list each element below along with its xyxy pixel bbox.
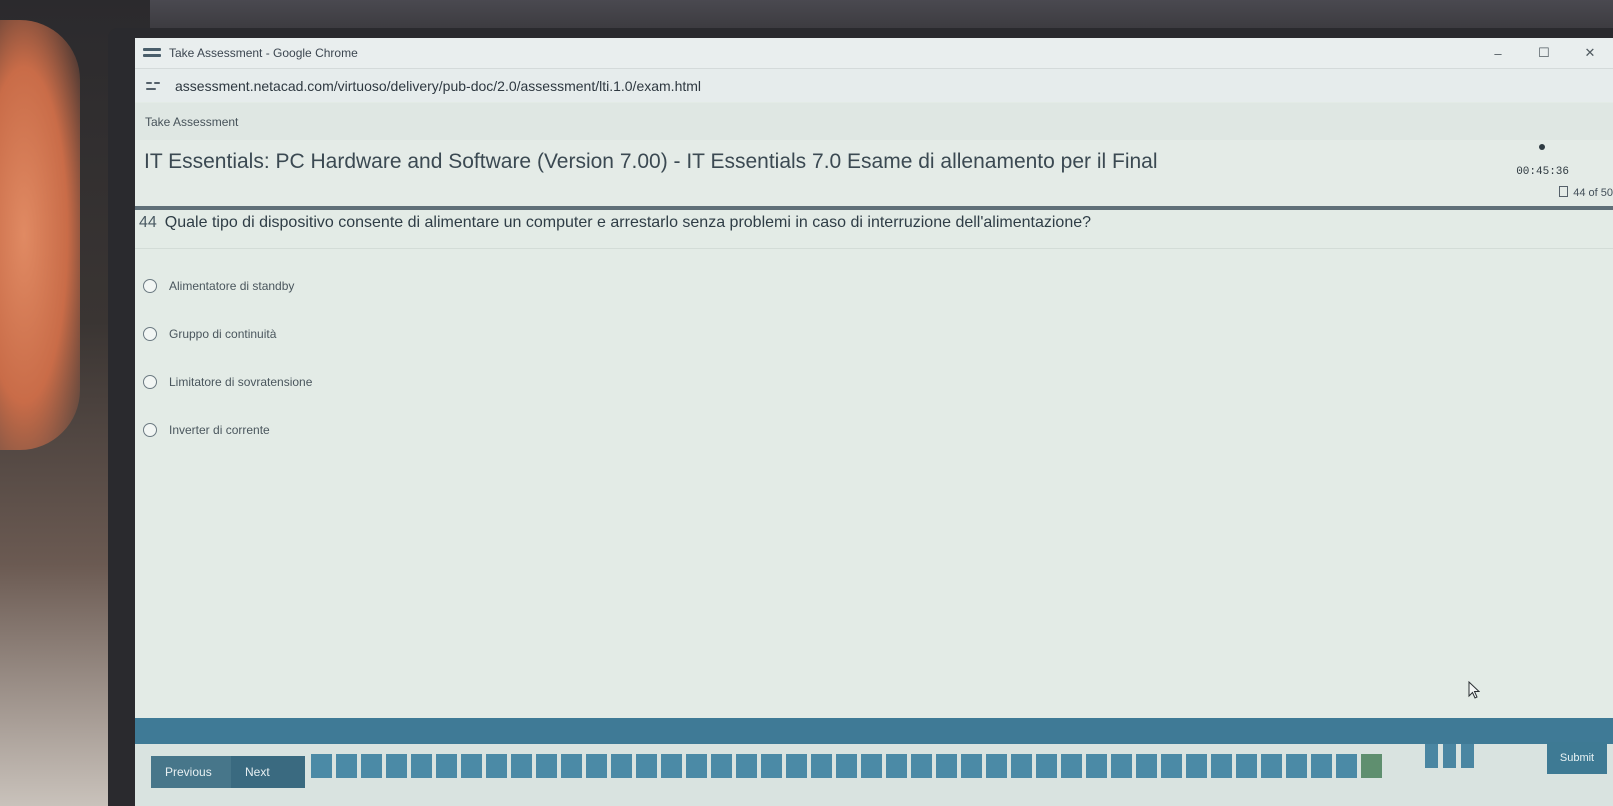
question-navigator [311,754,1386,778]
footer-accent-bar [135,718,1613,744]
site-settings-icon[interactable] [145,78,161,94]
question-nav-item[interactable] [586,754,607,778]
question-text-row: 44 Quale tipo di dispositivo consente di … [139,214,1091,232]
question-nav-item[interactable] [486,754,507,778]
question-nav-item[interactable] [886,754,907,778]
question-nav-item[interactable] [836,754,857,778]
question-nav-item[interactable] [1111,754,1132,778]
next-button[interactable]: Next [231,756,305,788]
close-button[interactable]: ✕ [1567,38,1613,68]
photo-hand [0,20,80,450]
question-nav-item[interactable] [1161,754,1182,778]
question-nav-item[interactable] [736,754,757,778]
question-nav-item[interactable] [1461,744,1474,768]
answer-label[interactable]: Alimentatore di standby [169,279,294,293]
page-label: Take Assessment [145,114,239,129]
question-nav-item[interactable] [986,754,1007,778]
previous-button[interactable]: Previous [151,756,241,788]
question-nav-item[interactable] [1286,754,1307,778]
question-nav-item[interactable] [936,754,957,778]
question-nav-item[interactable] [461,754,482,778]
question-nav-item[interactable] [686,754,707,778]
browser-window: Take Assessment - Google Chrome – ☐ ✕ as… [135,38,1613,806]
minimize-button[interactable]: – [1475,38,1521,68]
question-nav-item[interactable] [1311,754,1332,778]
question-nav-item[interactable] [436,754,457,778]
answer-option[interactable]: Inverter di corrente [143,406,312,454]
question-nav-item[interactable] [511,754,532,778]
question-nav-item[interactable] [1443,744,1456,768]
question-nav-item[interactable] [536,754,557,778]
question-nav-item[interactable] [811,754,832,778]
header-divider [135,206,1613,210]
question-nav-item[interactable] [1036,754,1057,778]
submit-button[interactable]: Submit [1547,742,1607,774]
question-nav-item[interactable] [711,754,732,778]
question-nav-item[interactable] [761,754,782,778]
question-nav-item[interactable] [1361,754,1382,778]
question-nav-item[interactable] [1261,754,1282,778]
radio-icon[interactable] [143,327,157,341]
question-nav-item[interactable] [311,754,332,778]
answer-option[interactable]: Limitatore di sovratensione [143,358,312,406]
question-navigator-end [1425,744,1479,768]
question-nav-item[interactable] [661,754,682,778]
radio-icon[interactable] [143,423,157,437]
question-nav-item[interactable] [636,754,657,778]
question-nav-item[interactable] [1086,754,1107,778]
question-nav-item[interactable] [1336,754,1357,778]
window-title: Take Assessment - Google Chrome [169,46,358,60]
window-controls: – ☐ ✕ [1475,38,1613,68]
question-nav-item[interactable] [1011,754,1032,778]
question-number: 44 [139,214,157,231]
question-text: Quale tipo di dispositivo consente di al… [164,214,1092,231]
address-bar[interactable]: assessment.netacad.com/virtuoso/delivery… [135,69,1613,102]
question-nav-item[interactable] [1425,744,1438,768]
answer-option[interactable]: Gruppo di continuità [143,310,312,358]
question-nav-item[interactable] [786,754,807,778]
question-nav-item[interactable] [961,754,982,778]
question-nav-item[interactable] [1211,754,1232,778]
mouse-cursor-icon [1468,681,1480,699]
question-nav-item[interactable] [861,754,882,778]
question-progress: 44 of 50 [1559,186,1613,199]
question-nav-item[interactable] [1136,754,1157,778]
question-nav-item[interactable] [1236,754,1257,778]
answer-option[interactable]: Alimentatore di standby [143,262,312,310]
progress-text: 44 of 50 [1573,187,1613,199]
answer-list: Alimentatore di standby Gruppo di contin… [143,262,312,454]
timer: 00:45:36 [1516,166,1569,178]
answer-label[interactable]: Gruppo di continuità [169,327,276,341]
question-nav-item[interactable] [911,754,932,778]
question-divider [135,248,1613,249]
answer-label[interactable]: Inverter di corrente [169,423,270,437]
answer-label[interactable]: Limitatore di sovratensione [169,375,312,389]
exam-title: IT Essentials: PC Hardware and Software … [144,150,1158,173]
question-nav-item[interactable] [1061,754,1082,778]
radio-icon[interactable] [143,279,157,293]
clock-icon[interactable] [1539,144,1545,150]
exam-header: IT Essentials: PC Hardware and Software … [135,140,1613,206]
question-nav-item[interactable] [361,754,382,778]
question-nav-item[interactable] [561,754,582,778]
url-text[interactable]: assessment.netacad.com/virtuoso/delivery… [175,78,701,94]
question-nav-item[interactable] [411,754,432,778]
maximize-button[interactable]: ☐ [1521,38,1567,68]
question-nav-item[interactable] [1186,754,1207,778]
bookmark-icon[interactable] [1559,186,1569,197]
question-nav-item[interactable] [386,754,407,778]
page-header: Take Assessment [135,103,1613,141]
question-nav-item[interactable] [336,754,357,778]
question-nav-item[interactable] [611,754,632,778]
chrome-window-icon[interactable] [143,46,163,60]
window-titlebar: Take Assessment - Google Chrome – ☐ ✕ [135,38,1613,69]
radio-icon[interactable] [143,375,157,389]
